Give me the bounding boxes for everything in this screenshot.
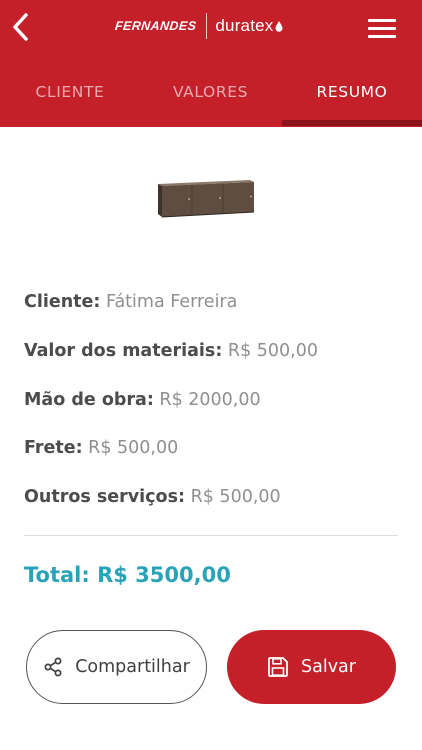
active-tab-indicator	[282, 120, 422, 126]
share-button-label: Compartilhar	[75, 657, 190, 677]
share-icon	[43, 657, 63, 677]
summary-outros-row: Outros serviços: R$ 500,00	[24, 487, 281, 507]
furniture-product-image	[158, 180, 255, 218]
cliente-value: Fátima Ferreira	[105, 292, 238, 312]
summary-frete-row: Frete: R$ 500,00	[24, 438, 178, 458]
hamburger-line-icon	[368, 19, 396, 22]
summary-divider	[24, 535, 398, 536]
hamburger-line-icon	[368, 35, 396, 38]
drop-icon	[275, 20, 282, 32]
hamburger-line-icon	[368, 27, 396, 30]
summary-materiais-row: Valor dos materiais: R$ 500,00	[24, 341, 318, 361]
outros-label: Outros serviços:	[24, 487, 185, 507]
tab-bar: CLIENTE VALORES RESUMO	[0, 70, 422, 127]
app-header: FERNANDES duratex CLIENTE VALORES RESUMO	[0, 0, 422, 127]
frete-value: R$ 500,00	[88, 438, 179, 458]
logo-divider	[206, 13, 208, 39]
brand-logo: FERNANDES duratex	[114, 12, 283, 40]
summary-cliente-row: Cliente: Fátima Ferreira	[24, 292, 237, 312]
menu-button[interactable]	[366, 17, 398, 39]
total-amount: Total: R$ 3500,00	[24, 563, 231, 587]
materiais-label: Valor dos materiais:	[24, 341, 223, 361]
duratex-logo-text: duratex	[215, 16, 274, 35]
back-button[interactable]	[6, 10, 36, 44]
tab-valores[interactable]: VALORES	[140, 70, 281, 114]
tab-cliente[interactable]: CLIENTE	[0, 70, 140, 114]
cliente-label: Cliente:	[24, 292, 101, 312]
floppy-disk-icon	[267, 656, 289, 678]
mao-obra-label: Mão de obra:	[24, 390, 154, 410]
materiais-value: R$ 500,00	[227, 341, 318, 361]
tab-resumo[interactable]: RESUMO	[282, 70, 422, 114]
outros-value: R$ 500,00	[190, 487, 281, 507]
mao-obra-value: R$ 2000,00	[159, 390, 261, 410]
fernandes-logo-text: FERNANDES	[114, 19, 198, 33]
save-button-label: Salvar	[301, 657, 356, 677]
chevron-left-icon	[13, 13, 28, 41]
summary-mao-obra-row: Mão de obra: R$ 2000,00	[24, 390, 261, 410]
share-button[interactable]: Compartilhar	[26, 630, 207, 704]
save-button[interactable]: Salvar	[227, 630, 396, 704]
frete-label: Frete:	[24, 438, 83, 458]
